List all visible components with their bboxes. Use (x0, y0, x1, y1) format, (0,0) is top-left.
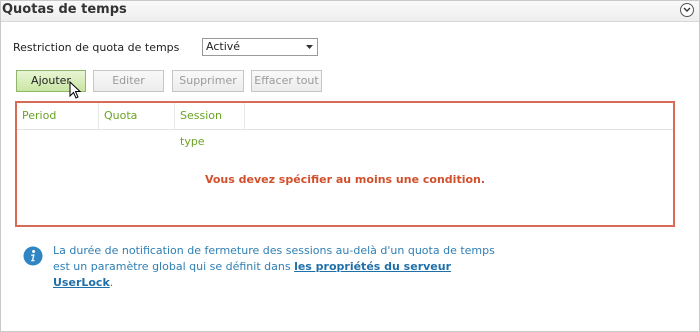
table-header: Period Quota Session type (17, 103, 673, 148)
quota-table: Period Quota Session type Vous devez spé… (15, 101, 675, 227)
edit-button[interactable]: Editer (93, 70, 164, 92)
panel-header: Quotas de temps (1, 1, 699, 22)
restriction-label: Restriction de quota de temps (13, 41, 180, 54)
restriction-selected-value: Activé (206, 40, 241, 53)
info-text-after: . (109, 276, 114, 289)
collapse-button[interactable] (680, 3, 694, 17)
time-quotas-panel: Quotas de temps Restriction de quota de … (0, 0, 700, 332)
chevron-down-icon (683, 7, 691, 12)
clear-all-button[interactable]: Effacer tout (251, 70, 322, 92)
delete-button[interactable]: Supprimer (172, 70, 244, 92)
empty-table-message: Vous devez spécifier au moins une condit… (204, 173, 486, 186)
column-header-period[interactable]: Period (17, 103, 99, 129)
info-icon (23, 246, 43, 266)
column-header-session-type[interactable]: Session type (175, 103, 245, 148)
panel-title: Quotas de temps (2, 2, 127, 17)
mouse-cursor-icon (69, 81, 81, 99)
column-header-quota[interactable]: Quota (99, 103, 175, 129)
restriction-select[interactable]: Activé (202, 38, 318, 56)
dropdown-arrow-icon (306, 45, 313, 49)
info-message: La durée de notification de fermeture de… (53, 243, 513, 291)
